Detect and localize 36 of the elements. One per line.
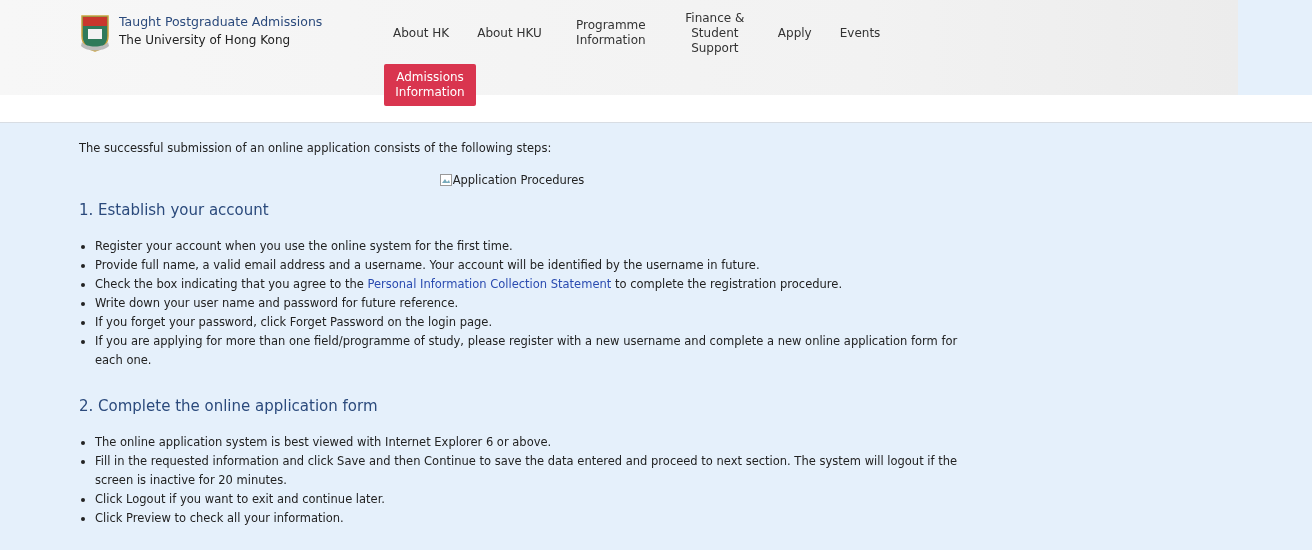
broken-image-icon (439, 174, 452, 186)
list-item-text: The online application system is best viewed with Internet Explorer 6 or above. (95, 434, 552, 451)
list-item-text: Check the box indicating that you agree to the Personal Information Collection Statement to complete the registration procedure. (95, 276, 843, 293)
bullet-icon (81, 245, 85, 249)
bullet-icon (81, 441, 85, 445)
section-heading: 2. Complete the online application form (79, 397, 379, 415)
bullet-icon (81, 498, 85, 502)
list-item-text: If you are applying for more than one field/programme of study, please register with a new username and complete a new online application form for each one. (95, 333, 959, 369)
bullet-icon (81, 302, 85, 306)
nav-link[interactable]: Events (825, 8, 895, 58)
site-subtitle: The University of Hong Kong (119, 33, 292, 47)
nav-link[interactable]: Programme Information (555, 8, 666, 58)
list-item-text: Register your account when you use the online system for the first time. (95, 238, 513, 255)
list-item-text: Click Logout if you want to exit and continue later. (95, 491, 386, 508)
bullet-icon (81, 460, 85, 464)
bullet-icon (81, 517, 85, 521)
list-item-text: Click Preview to check all your information. (95, 510, 344, 527)
nav-link[interactable]: About HK (379, 8, 464, 58)
section-heading: 1. Establish your account (79, 201, 270, 219)
nav-link[interactable]: Finance & Student Support (665, 8, 764, 58)
crest-logo-icon (79, 14, 111, 52)
nav-link[interactable]: Admissions Information (384, 64, 476, 106)
bullet-icon (81, 321, 85, 325)
image-alt-text: Application Procedures (452, 173, 585, 187)
list-item-text: Write down your user name and password for future reference. (95, 295, 459, 312)
intro-text: The successful submission of an online application consists of the following steps: (79, 141, 553, 155)
list-item-text: Provide full name, a valid email address and a username. Your account will be identified by the username in future. (95, 257, 760, 274)
bullet-icon (81, 340, 85, 344)
bullet-icon (81, 264, 85, 268)
list-item-text: Fill in the requested information and click Save and then Continue to save the data entered and proceed to next section. The system will logout if the screen is inactive for 20 minutes. (95, 453, 959, 489)
bullet-icon (81, 283, 85, 287)
nav-link[interactable]: Apply (763, 8, 826, 58)
statement-link[interactable]: Personal Information Collection Statement (367, 277, 612, 291)
list-item-text: If you forget your password, click Forget Password on the login page. (95, 314, 493, 331)
site-title[interactable]: Taught Postgraduate Admissions (119, 14, 323, 29)
nav-link[interactable]: About HKU (463, 8, 556, 58)
